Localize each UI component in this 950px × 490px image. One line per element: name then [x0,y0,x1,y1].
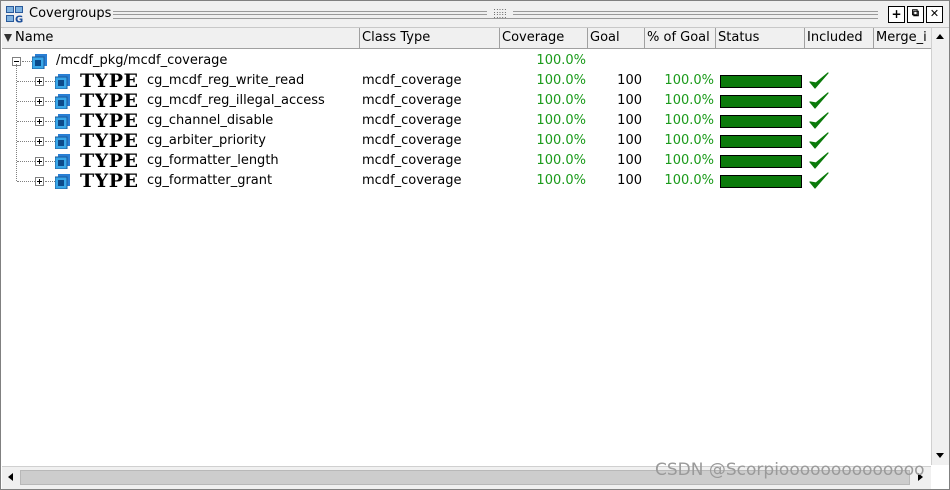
scroll-down-button[interactable] [932,447,949,464]
vertical-scrollbar[interactable] [931,28,949,465]
sort-down-icon [4,33,12,42]
covergroup-name: cg_mcdf_reg_write_read [147,73,305,88]
covergroup-icon [55,154,70,169]
coverage-value: 100.0% [536,153,586,168]
check-icon [809,112,829,129]
class-type: mcdf_coverage [362,113,462,128]
coverage-value: 100.0% [536,93,586,108]
type-label: TYPE [80,130,139,152]
covergroup-icon [55,74,70,89]
class-type: mcdf_coverage [362,173,462,188]
expand-icon[interactable] [35,177,44,186]
check-icon [809,92,829,109]
check-icon [809,172,829,189]
header-class-type[interactable]: Class Type [360,28,500,48]
class-type: mcdf_coverage [362,93,462,108]
status-bar [720,95,802,108]
watermark: CSDN @Scorpioooooooooooooo [655,460,925,480]
arrow-up-icon [936,34,944,39]
pct-goal-value: 100.0% [664,173,714,188]
undock-button[interactable]: ⧉ [907,6,924,23]
type-label: TYPE [80,70,139,92]
status-bar [720,155,802,168]
covergroup-name: cg_arbiter_priority [147,133,266,148]
status-bar [720,75,802,88]
pct-goal-value: 100.0% [664,113,714,128]
arrow-down-icon [936,453,944,458]
pct-goal-value: 100.0% [664,93,714,108]
covergroup-name: cg_formatter_grant [147,173,273,188]
window-title: Covergroups [29,6,112,21]
goal-value: 100 [617,173,642,188]
add-button[interactable]: + [888,6,905,23]
column-header: Name Class Type Coverage Goal % of Goal … [2,28,931,49]
check-icon [809,152,829,169]
covergroup-icon [55,174,70,189]
goal-value: 100 [617,133,642,148]
coverage-value: 100.0% [536,73,586,88]
type-label: TYPE [80,90,139,112]
expand-icon[interactable] [35,137,44,146]
expand-icon[interactable] [35,97,44,106]
coverage-value: 100.0% [536,133,586,148]
header-name[interactable]: Name [2,28,360,48]
type-label: TYPE [80,170,139,192]
tree-row-root[interactable]: /mcdf_pkg/mcdf_coverage 100.0% [2,51,931,71]
class-type: mcdf_coverage [362,133,462,148]
pct-goal-value: 100.0% [664,133,714,148]
check-icon [809,72,829,89]
header-goal[interactable]: Goal [588,28,645,48]
check-icon [809,132,829,149]
pct-goal-value: 100.0% [664,73,714,88]
tree-row[interactable]: TYPE cg_mcdf_reg_write_read mcdf_coverag… [2,70,931,92]
tree-row[interactable]: TYPE cg_formatter_grant mcdf_coverage 10… [2,170,931,192]
title-bar: G Covergroups :::::::::: + ⧉ ✕ [1,1,949,28]
root-coverage: 100.0% [536,53,586,68]
header-pct-goal[interactable]: % of Goal [645,28,716,48]
covergroup-icon [55,94,70,109]
tree-row[interactable]: TYPE cg_formatter_length mcdf_coverage 1… [2,150,931,172]
tree-row[interactable]: TYPE cg_channel_disable mcdf_coverage 10… [2,110,931,132]
covergroup-name: cg_mcdf_reg_illegal_access [147,93,325,108]
scroll-up-button[interactable] [932,28,949,45]
class-type: mcdf_coverage [362,153,462,168]
goal-value: 100 [617,73,642,88]
header-merge[interactable]: Merge_i [874,28,931,48]
status-bar [720,135,802,148]
scroll-left-button[interactable] [2,469,19,486]
close-button[interactable]: ✕ [926,6,943,23]
arrow-left-icon [8,473,13,481]
pct-goal-value: 100.0% [664,153,714,168]
header-name-label: Name [15,30,54,45]
covergroup-name: cg_channel_disable [147,113,274,128]
tree-row[interactable]: TYPE cg_mcdf_reg_illegal_access mcdf_cov… [2,90,931,112]
coverage-value: 100.0% [536,113,586,128]
type-label: TYPE [80,150,139,172]
header-status[interactable]: Status [716,28,805,48]
tree-row[interactable]: TYPE cg_arbiter_priority mcdf_coverage 1… [2,130,931,152]
covergroup-tree: /mcdf_pkg/mcdf_coverage 100.0% TYPE cg_m… [2,49,931,465]
root-name: /mcdf_pkg/mcdf_coverage [56,53,228,68]
covergroup-icon [55,134,70,149]
expand-icon[interactable] [35,117,44,126]
header-included[interactable]: Included [805,28,874,48]
class-type: mcdf_coverage [362,73,462,88]
svg-text:G: G [15,15,23,24]
package-icon [32,54,47,69]
header-coverage[interactable]: Coverage [500,28,588,48]
covergroup-icon [55,114,70,129]
covergroup-name: cg_formatter_length [147,153,279,168]
goal-value: 100 [617,153,642,168]
goal-value: 100 [617,113,642,128]
expand-icon[interactable] [35,157,44,166]
covergroups-window: G Covergroups :::::::::: + ⧉ ✕ Name Clas… [0,0,950,490]
covergroups-icon: G [6,6,23,24]
type-label: TYPE [80,110,139,132]
coverage-value: 100.0% [536,173,586,188]
goal-value: 100 [617,93,642,108]
status-bar [720,175,802,188]
grip-handle[interactable]: :::::::::: [487,7,513,20]
status-bar [720,115,802,128]
expand-icon[interactable] [35,77,44,86]
